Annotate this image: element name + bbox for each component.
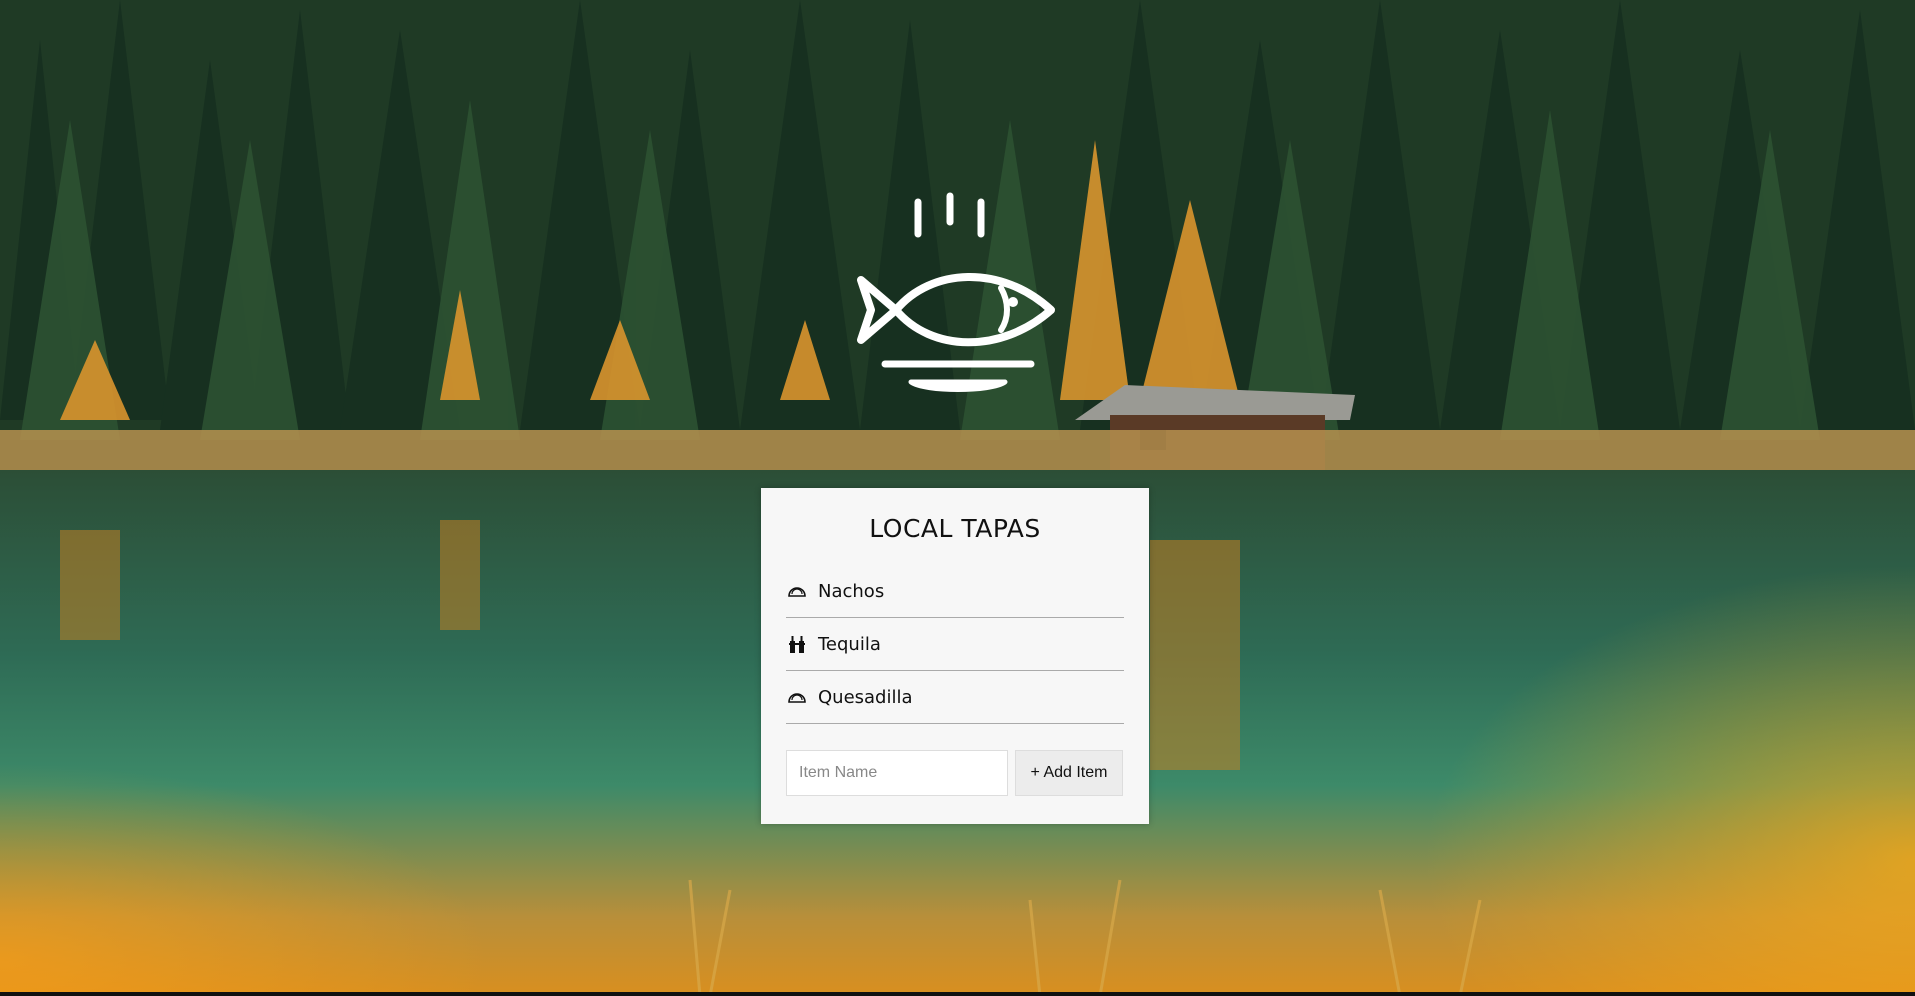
- page-title: LOCAL TAPAS: [869, 514, 1041, 543]
- list-item[interactable]: Nachos: [786, 565, 1124, 618]
- taco-icon: [786, 688, 808, 706]
- drinks-icon: [786, 635, 808, 653]
- fish-dish-logo: [851, 192, 1061, 402]
- list-item[interactable]: Tequila: [786, 618, 1124, 671]
- list-item-label: Quesadilla: [818, 686, 913, 708]
- list-item-label: Tequila: [818, 633, 881, 655]
- taco-icon: [786, 582, 808, 600]
- list-item[interactable]: Quesadilla: [786, 671, 1124, 724]
- menu-card: LOCAL TAPAS Nachos Tequila Quesadilla + …: [761, 488, 1149, 824]
- item-name-input[interactable]: [786, 750, 1008, 796]
- add-item-form: + Add Item: [786, 750, 1124, 796]
- fish-dish-icon: [857, 192, 1055, 392]
- list-item-label: Nachos: [818, 580, 885, 602]
- add-item-button[interactable]: + Add Item: [1015, 750, 1123, 796]
- bottom-edge: [0, 992, 1915, 996]
